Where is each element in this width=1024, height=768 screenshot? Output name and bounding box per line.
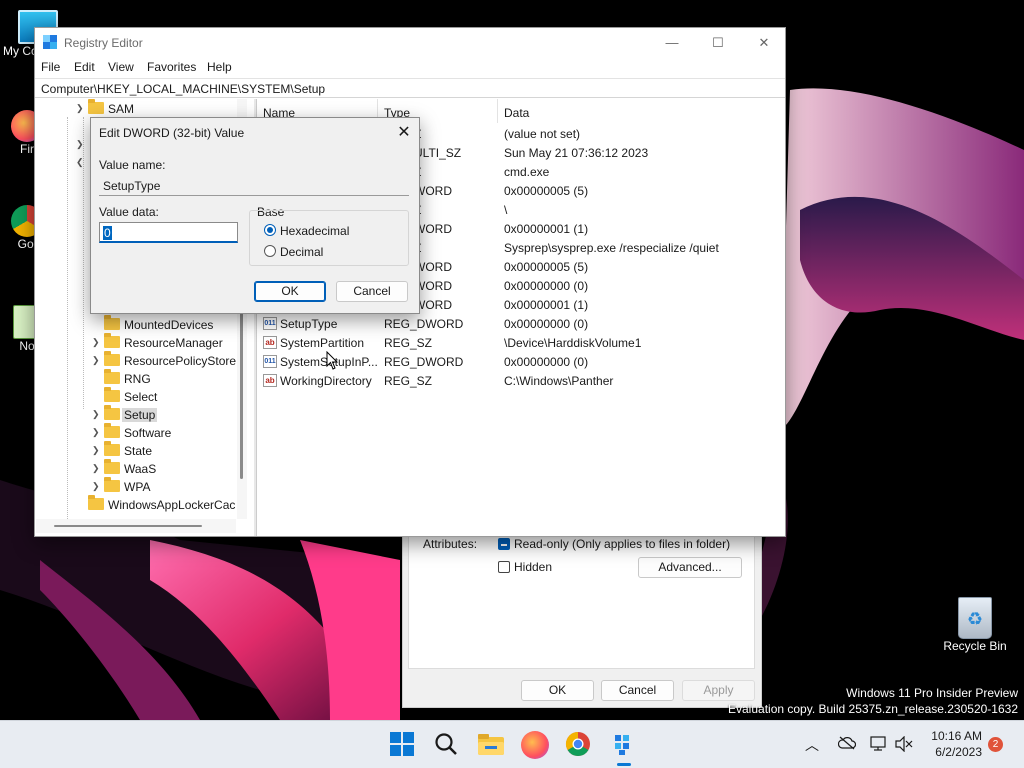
- chevron-right-icon: ❯: [92, 463, 100, 473]
- dword-value-icon: 011: [263, 317, 277, 330]
- folder-open-icon: [104, 405, 120, 420]
- chevron-right-icon: ❯: [92, 409, 100, 419]
- registry-editor-icon[interactable]: [609, 731, 637, 759]
- start-windows-icon[interactable]: [389, 731, 417, 759]
- decimal-label[interactable]: Decimal: [280, 245, 323, 259]
- menu-file[interactable]: File: [41, 60, 60, 74]
- folder-icon: [104, 459, 120, 474]
- folder-icon: [104, 423, 120, 438]
- chevron-right-icon: ❯: [92, 355, 100, 365]
- taskbar: ︿ 10:16 AM 6/2/2023 2: [0, 720, 1024, 768]
- folder-icon: [104, 315, 120, 330]
- string-value-icon: ab: [263, 374, 277, 387]
- folder-icon: [104, 351, 120, 366]
- volume-muted-icon[interactable]: [895, 735, 913, 755]
- tree-horizontal-scrollbar[interactable]: [36, 519, 236, 533]
- folder-icon: [104, 477, 120, 492]
- clock-time: 10:16 AM: [931, 729, 982, 743]
- network-icon[interactable]: [870, 736, 888, 755]
- chevron-right-icon: ❯: [92, 337, 100, 347]
- chevron-right-icon: ❯: [92, 427, 100, 437]
- dialog-ok-button[interactable]: OK: [254, 281, 326, 302]
- maximize-button[interactable]: ☐: [695, 28, 741, 57]
- notification-badge[interactable]: 2: [988, 737, 1003, 752]
- show-hidden-icons-chevron-icon[interactable]: ︿: [805, 735, 819, 755]
- menu-help[interactable]: Help: [207, 60, 232, 74]
- dword-value-icon: 011: [263, 355, 277, 368]
- menu-bar: File Edit View Favorites Help: [35, 57, 785, 77]
- hidden-checkbox[interactable]: Hidden: [498, 560, 552, 574]
- address-bar[interactable]: Computer\HKEY_LOCAL_MACHINE\SYSTEM\Setup: [35, 78, 785, 98]
- file-explorer-icon[interactable]: [477, 731, 505, 759]
- chevron-right-icon: ❯: [92, 481, 100, 491]
- dialog-cancel-button[interactable]: Cancel: [336, 281, 408, 302]
- menu-edit[interactable]: Edit: [74, 60, 95, 74]
- scrollbar-thumb[interactable]: [54, 525, 202, 527]
- onedrive-offline-icon[interactable]: [837, 736, 857, 753]
- chevron-down-icon: ❮: [76, 157, 84, 167]
- title-bar[interactable]: Registry Editor — ☐ ✕: [35, 28, 785, 57]
- clock[interactable]: 10:16 AM 6/2/2023: [918, 728, 982, 760]
- minimize-button[interactable]: —: [649, 28, 695, 57]
- string-value-icon: ab: [263, 336, 277, 349]
- table-row[interactable]: ab WorkingDirectory REG_SZ C:\Windows\Pant…: [257, 372, 785, 391]
- registry-editor-icon: [43, 35, 57, 49]
- table-row[interactable]: 011 SetupType REG_DWORD 0x00000000 (0): [257, 315, 785, 334]
- search-icon[interactable]: [433, 731, 461, 759]
- folder-icon: [88, 99, 104, 114]
- chrome-icon[interactable]: [565, 731, 593, 759]
- dialog-close-button[interactable]: ✕: [389, 121, 419, 145]
- folder-icon: [104, 387, 120, 402]
- chevron-right-icon: ❯: [76, 103, 84, 113]
- column-header-data[interactable]: Data: [498, 99, 785, 123]
- tree-guide-line: [67, 117, 68, 527]
- menu-view[interactable]: View: [108, 60, 134, 74]
- checkbox-partial-icon: [498, 538, 510, 550]
- chevron-right-icon: ❯: [76, 139, 84, 149]
- active-app-indicator: [617, 763, 631, 766]
- recycle-bin-icon: ♻: [958, 597, 992, 639]
- value-name-field: SetupType: [99, 178, 409, 196]
- edit-dword-dialog: Edit DWORD (32-bit) Value ✕ Value name: …: [90, 117, 420, 314]
- firefox-icon[interactable]: [521, 731, 549, 759]
- folder-icon: [104, 333, 120, 348]
- properties-cancel-button[interactable]: Cancel: [601, 680, 674, 701]
- chevron-right-icon: ❯: [92, 445, 100, 455]
- advanced-button[interactable]: Advanced...: [638, 557, 742, 578]
- clock-date: 6/2/2023: [935, 745, 982, 759]
- window-title: Registry Editor: [64, 36, 143, 50]
- folder-icon: [104, 369, 120, 384]
- hexadecimal-radio[interactable]: [264, 224, 276, 236]
- value-name-label: Value name:: [99, 158, 166, 172]
- properties-general-panel: Attributes: Read-only (Only applies to f…: [408, 527, 755, 669]
- base-group: Hexadecimal Decimal: [249, 210, 409, 266]
- hexadecimal-label[interactable]: Hexadecimal: [280, 224, 349, 238]
- folder-icon: [104, 441, 120, 456]
- properties-ok-button[interactable]: OK: [521, 680, 594, 701]
- value-data-input[interactable]: 0: [99, 222, 238, 243]
- value-data-label: Value data:: [99, 205, 159, 219]
- evaluation-watermark: Windows 11 Pro Insider Preview Evaluatio…: [728, 686, 1018, 716]
- folder-properties-dialog: Attributes: Read-only (Only applies to f…: [402, 526, 762, 708]
- mouse-cursor-icon: [326, 351, 339, 370]
- readonly-checkbox[interactable]: Read-only (Only applies to files in fold…: [498, 537, 730, 551]
- attributes-label: Attributes:: [423, 537, 478, 551]
- desktop-icon-recycle-bin[interactable]: ♻ Recycle Bin: [938, 597, 1012, 653]
- checkbox-empty-icon: [498, 561, 510, 573]
- close-button[interactable]: ✕: [741, 28, 787, 57]
- decimal-radio[interactable]: [264, 245, 276, 257]
- dialog-title: Edit DWORD (32-bit) Value: [99, 126, 245, 140]
- folder-icon: [88, 495, 104, 510]
- menu-favorites[interactable]: Favorites: [147, 60, 196, 74]
